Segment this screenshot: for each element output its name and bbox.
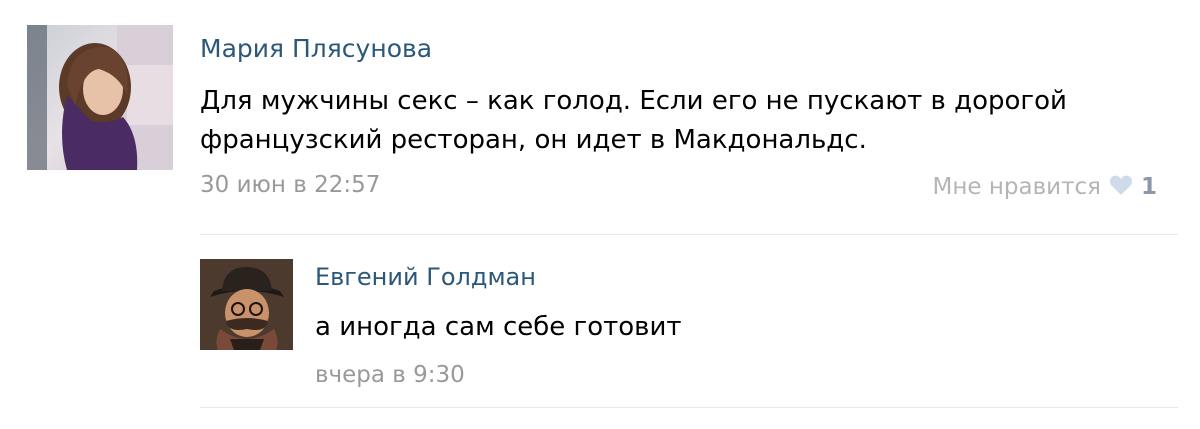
like-label: Мне нравится <box>932 174 1101 200</box>
like-button[interactable]: Мне нравится 1 <box>933 172 1157 202</box>
divider <box>200 407 1178 408</box>
reply-timestamp[interactable]: вчера в 9:30 <box>315 362 465 388</box>
post-author-avatar[interactable] <box>27 25 173 170</box>
comment-thread: Мария Плясунова Для мужчины секс – как г… <box>0 0 1200 429</box>
heart-icon <box>1109 174 1133 200</box>
reply-author-name[interactable]: Евгений Голдман <box>315 263 536 291</box>
post-timestamp[interactable]: 30 июн в 22:57 <box>200 172 380 198</box>
post-text: Для мужчины секс – как голод. Если его н… <box>200 86 1067 155</box>
avatar-photo-man <box>200 259 293 350</box>
like-count: 1 <box>1140 174 1157 200</box>
avatar-photo-woman <box>27 25 173 170</box>
reply-author-avatar[interactable] <box>200 259 293 350</box>
reply-text: а иногда сам себе готовит <box>315 312 682 342</box>
divider <box>200 234 1178 235</box>
post-author-name[interactable]: Мария Плясунова <box>200 34 432 63</box>
